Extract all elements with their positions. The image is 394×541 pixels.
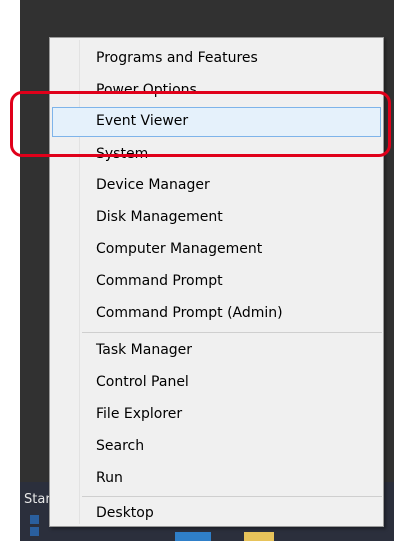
menu-item-control-panel[interactable]: Control Panel [52,368,381,398]
winx-context-menu: Programs and Features Power Options Even… [49,37,384,527]
start-tile-icon [30,515,39,524]
menu-item-label: Control Panel [96,374,189,390]
menu-item-system[interactable]: System [52,140,381,170]
menu-item-label: Event Viewer [96,113,189,129]
menu-item-run[interactable]: Run [52,464,381,494]
menu-item-label: Power Options [96,82,197,98]
menu-item-search[interactable]: Search [52,432,381,462]
menu-item-label: File Explorer [96,406,183,422]
menu-item-device-manager[interactable]: Device Manager [52,171,381,201]
menu-item-label: Disk Management [96,209,223,225]
menu-item-programs-and-features[interactable]: Programs and Features [52,44,381,74]
menu-item-command-prompt-admin[interactable]: Command Prompt (Admin) [52,299,381,329]
taskbar-folder-icon[interactable] [244,532,274,541]
menu-item-label: Desktop [96,505,154,521]
menu-item-computer-management[interactable]: Computer Management [52,235,381,265]
menu-item-label: Computer Management [96,241,263,257]
menu-item-power-options[interactable]: Power Options [52,76,381,106]
menu-item-label: Search [96,438,145,454]
menu-item-label: Programs and Features [96,50,258,66]
menu-item-label: Command Prompt (Admin) [96,305,283,321]
menu-item-label: Device Manager [96,177,210,193]
menu-separator [82,332,382,333]
menu-item-event-viewer[interactable]: Event Viewer [52,107,381,137]
start-tile-icon [30,527,39,536]
menu-item-task-manager[interactable]: Task Manager [52,336,381,366]
menu-item-label: System [96,146,149,162]
taskbar-app-icon[interactable] [175,532,211,541]
menu-item-command-prompt[interactable]: Command Prompt [52,267,381,297]
menu-separator [82,496,382,497]
menu-item-label: Task Manager [96,342,193,358]
screenshot-stage: Start Programs and Features Power Option… [0,0,394,541]
menu-item-disk-management[interactable]: Disk Management [52,203,381,233]
menu-item-label: Command Prompt [96,273,223,289]
menu-item-desktop[interactable]: Desktop [52,499,381,525]
menu-item-file-explorer[interactable]: File Explorer [52,400,381,430]
menu-item-label: Run [96,470,123,486]
